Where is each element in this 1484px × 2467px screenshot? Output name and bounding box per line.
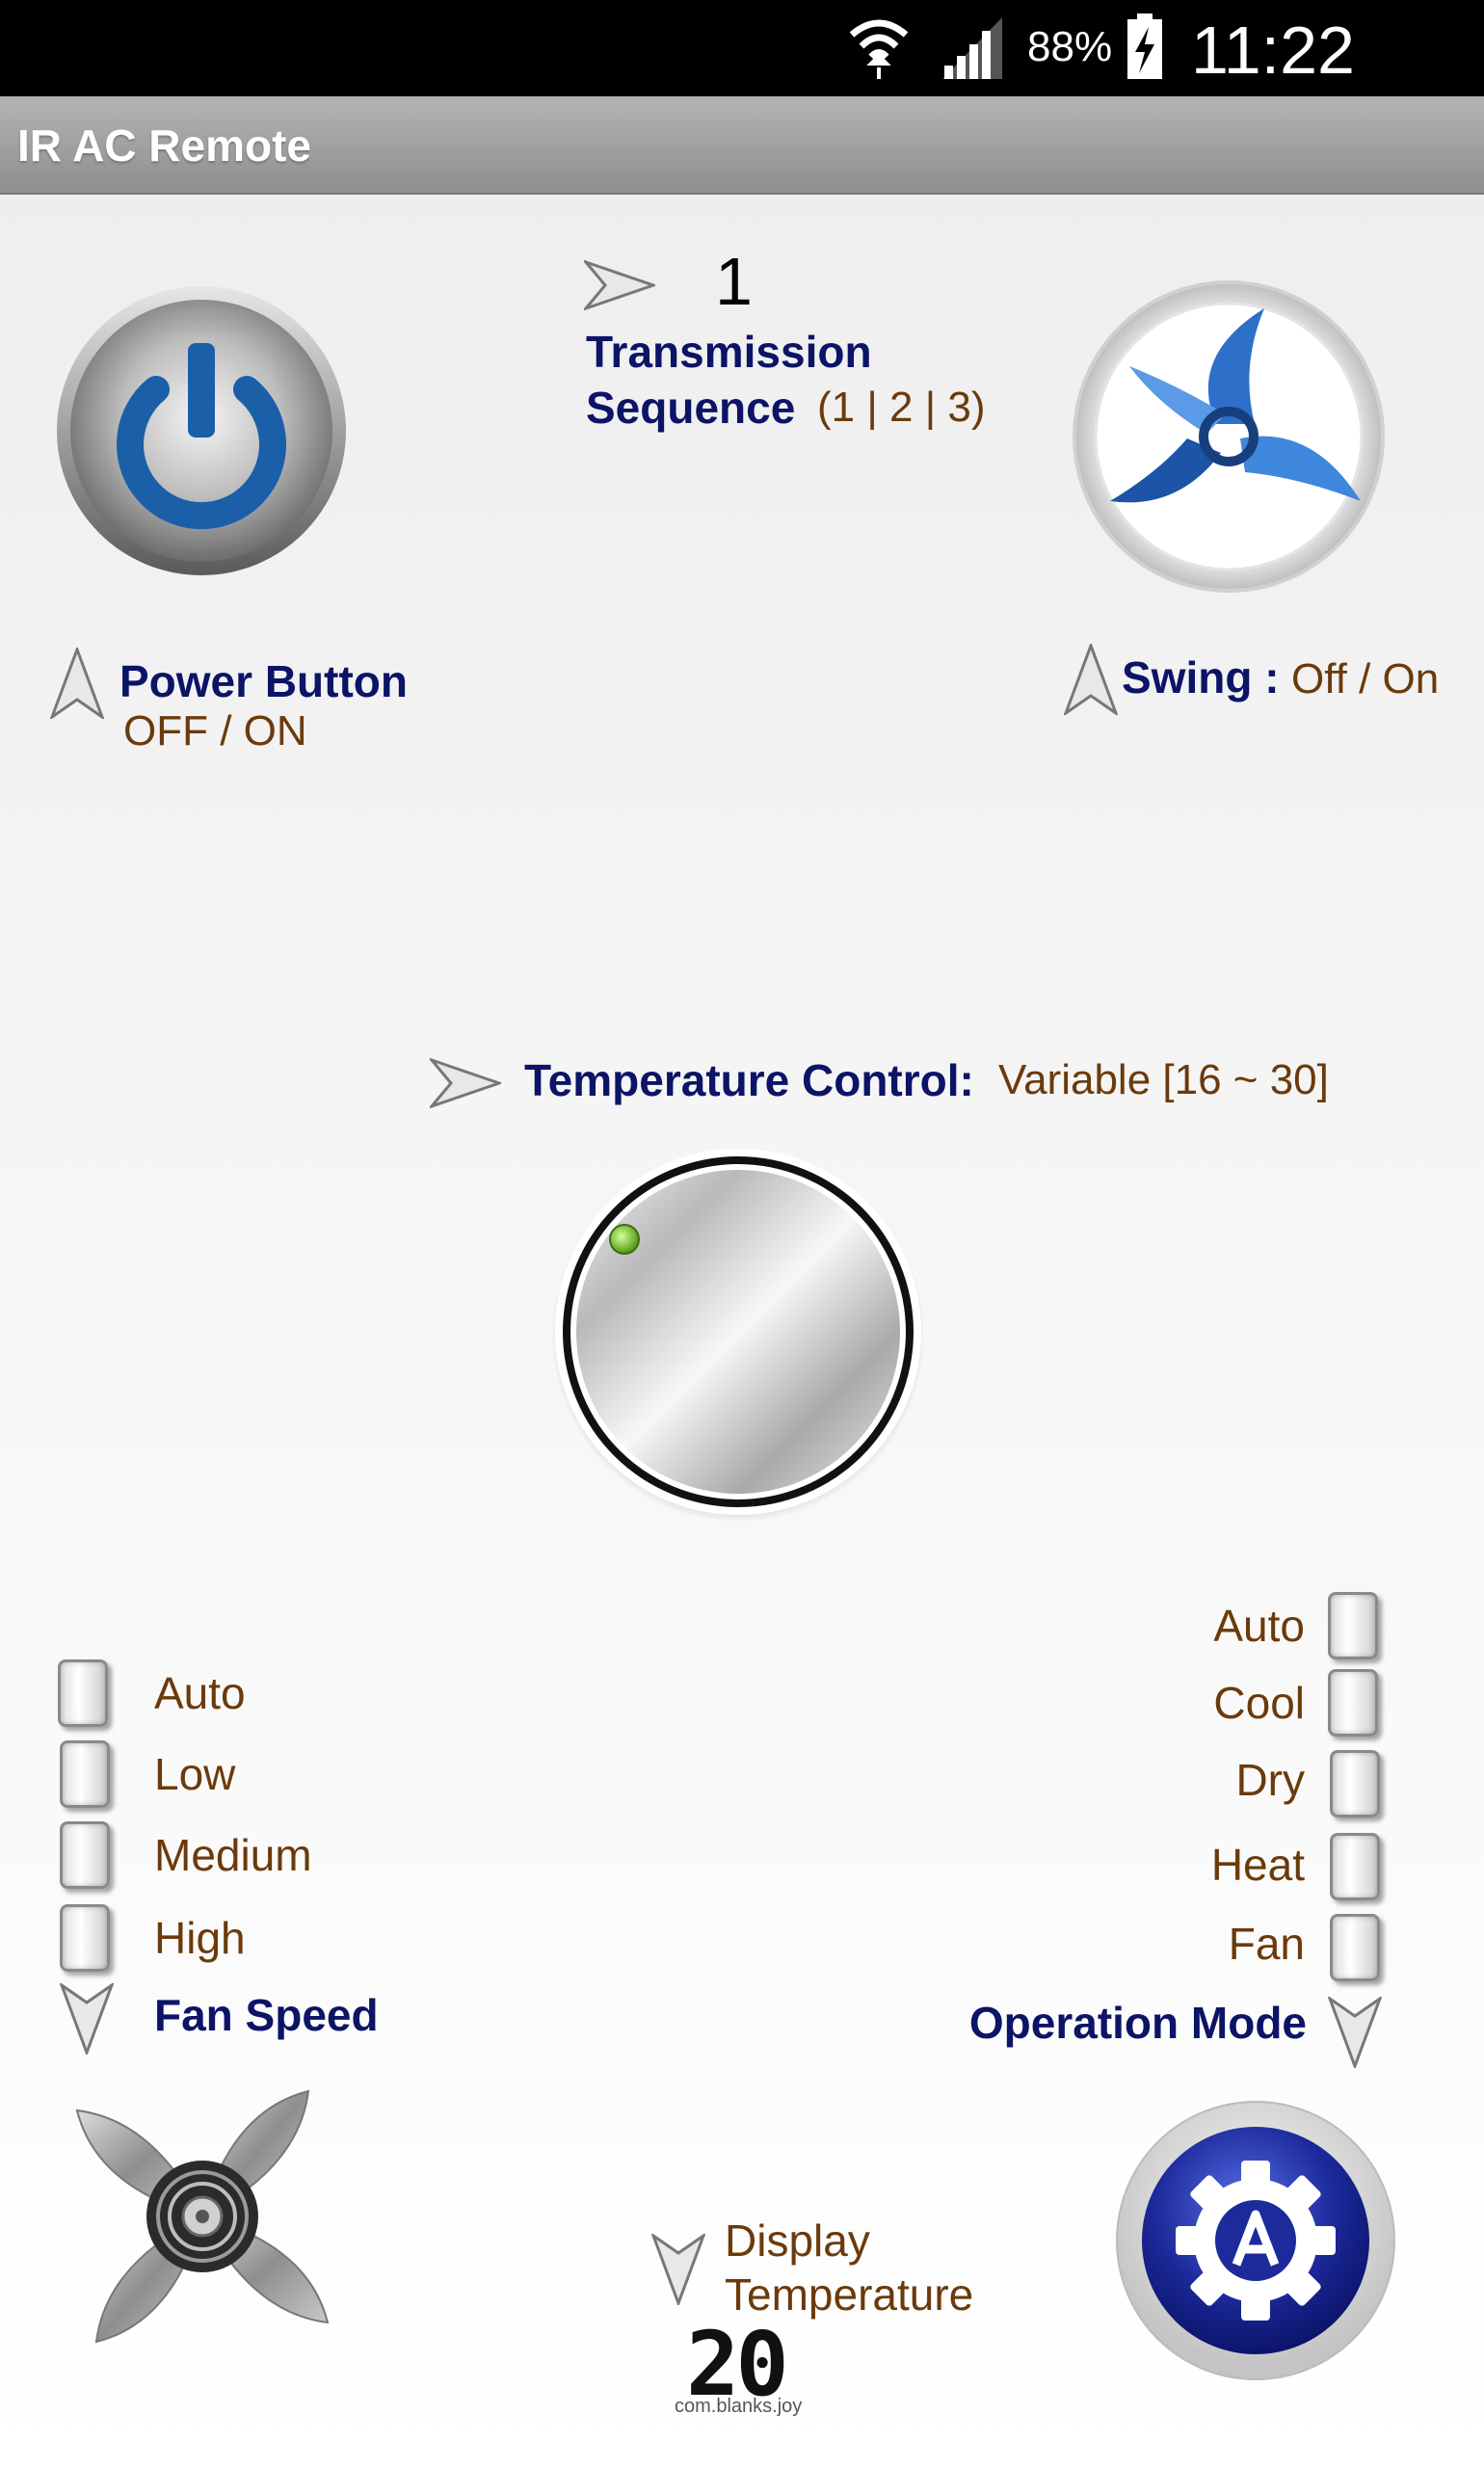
- battery-charging-icon: [1127, 13, 1162, 79]
- transmission-value: 1: [715, 244, 753, 319]
- mode-checkbox-dry[interactable]: [1330, 1750, 1380, 1817]
- package-name: com.blanks.joy: [675, 2396, 803, 2417]
- swing-icon: [1073, 280, 1385, 593]
- power-button[interactable]: [56, 285, 347, 576]
- fan-speed-arrow-icon: [60, 1983, 114, 2055]
- temperature-label: Temperature Control:: [524, 1055, 974, 1105]
- signal-icon: [942, 17, 1002, 79]
- mode-checkbox-fan[interactable]: [1330, 1914, 1380, 1981]
- sequence-options: (1 | 2 | 3): [817, 384, 986, 431]
- clock: 11:22: [1191, 13, 1355, 88]
- swing-label: Swing :: [1122, 652, 1280, 703]
- transmission-arrow-icon[interactable]: [584, 258, 655, 312]
- fan-speed-option-high: High: [154, 1913, 246, 1963]
- wifi-icon: [849, 19, 909, 79]
- fan-icon: [75, 2089, 330, 2344]
- power-icon: [57, 286, 346, 575]
- temperature-arrow-icon: [430, 1056, 501, 1110]
- mode-option-dry: Dry: [1235, 1755, 1305, 1805]
- operation-mode-arrow-icon: [1328, 1997, 1382, 2068]
- fan-speed-checkbox-auto[interactable]: [58, 1659, 108, 1727]
- display-label: Display: [725, 2215, 870, 2266]
- fan-speed-checkbox-low[interactable]: [60, 1740, 110, 1808]
- power-label: Power Button: [119, 656, 408, 706]
- operation-mode-title: Operation Mode: [968, 1998, 1307, 2048]
- temperature-knob[interactable]: [549, 1143, 927, 1523]
- fan-speed-checkbox-high[interactable]: [60, 1904, 110, 1972]
- mode-checkbox-cool[interactable]: [1328, 1669, 1378, 1737]
- knob-icon: [551, 1149, 925, 1523]
- fan-speed-button[interactable]: [67, 2082, 337, 2351]
- display-arrow-icon: [651, 2234, 705, 2305]
- mode-checkbox-auto[interactable]: [1328, 1592, 1378, 1659]
- swing-arrow-icon: [1064, 644, 1118, 715]
- power-states: OFF / ON: [123, 707, 307, 755]
- sequence-label: Sequence: [586, 383, 796, 433]
- battery-percent: 88%: [1027, 23, 1113, 70]
- transmission-label: Transmission: [586, 327, 872, 377]
- mode-option-cool: Cool: [1213, 1678, 1305, 1728]
- fan-speed-option-medium: Medium: [154, 1830, 312, 1880]
- temperature-range: Variable [16 ~ 30]: [998, 1056, 1329, 1103]
- mode-checkbox-heat[interactable]: [1330, 1833, 1380, 1900]
- mode-option-heat: Heat: [1210, 1840, 1305, 1890]
- fan-speed-title: Fan Speed: [154, 1990, 379, 2040]
- status-bar: 88% 11:22: [0, 0, 1484, 96]
- power-arrow-icon: [50, 648, 104, 719]
- operation-mode-button[interactable]: [1116, 2101, 1395, 2380]
- mode-option-fan: Fan: [1228, 1919, 1305, 1969]
- fan-speed-checkbox-medium[interactable]: [60, 1821, 110, 1889]
- app-title: IR AC Remote: [17, 120, 311, 171]
- mode-option-auto: Auto: [1213, 1601, 1305, 1651]
- swing-states: Off / On: [1291, 655, 1440, 703]
- fan-speed-option-auto: Auto: [154, 1668, 246, 1718]
- app-bar: IR AC Remote: [0, 96, 1484, 195]
- mode-gear-icon: [1116, 2101, 1395, 2380]
- swing-button[interactable]: [1072, 279, 1386, 594]
- fan-speed-option-low: Low: [154, 1749, 236, 1799]
